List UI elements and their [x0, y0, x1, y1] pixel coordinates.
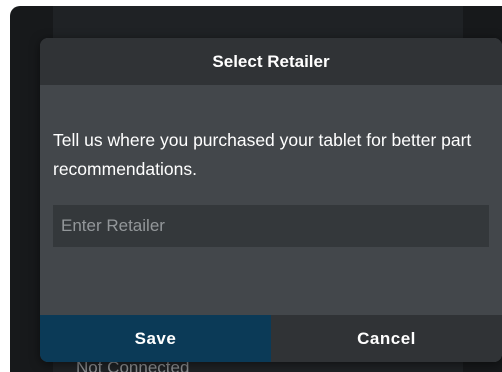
save-button[interactable]: Save — [40, 315, 271, 362]
cancel-button[interactable]: Cancel — [271, 315, 502, 362]
dialog-message: Tell us where you purchased your tablet … — [53, 130, 472, 179]
app-screen: Not Connected Select Retailer Tell us wh… — [10, 6, 502, 372]
dialog-button-row: Save Cancel — [40, 315, 502, 362]
dialog-title: Select Retailer — [212, 51, 330, 71]
dialog-header: Select Retailer — [40, 38, 502, 85]
select-retailer-dialog: Select Retailer Tell us where you purcha… — [40, 38, 502, 362]
retailer-input[interactable] — [53, 205, 489, 247]
